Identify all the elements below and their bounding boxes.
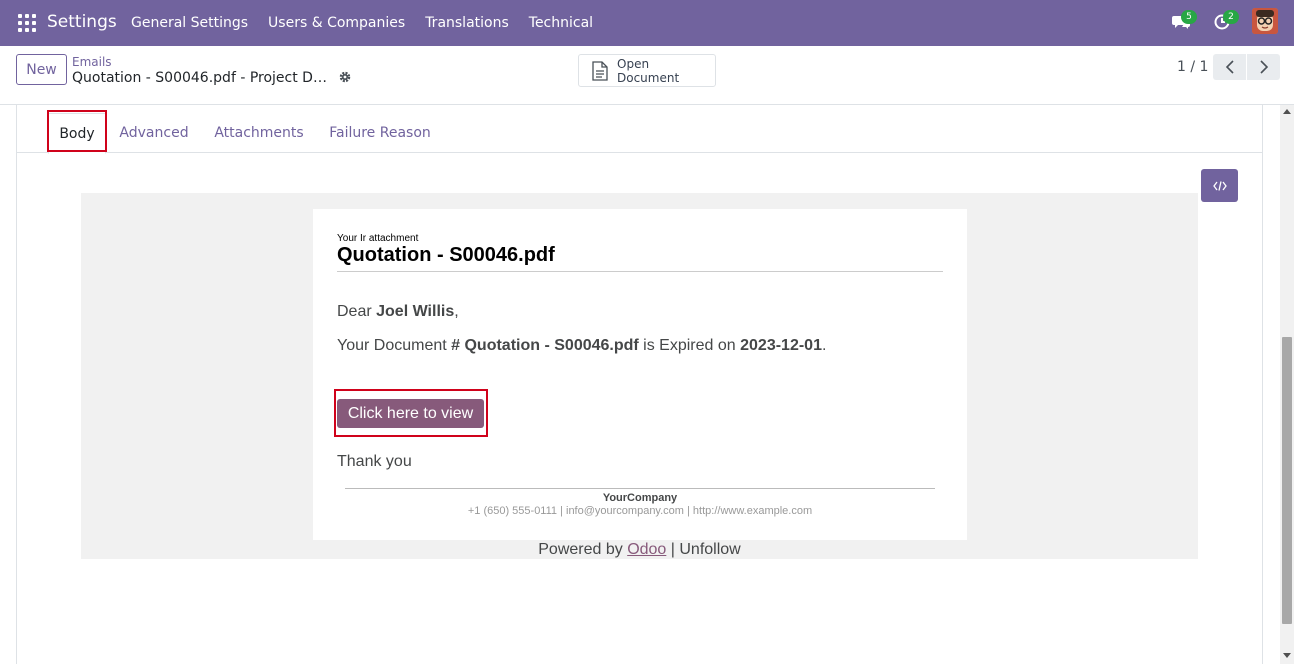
expiry-message: Your Document # Quotation - S00046.pdf i… (337, 337, 827, 354)
breadcrumb-current: Quotation - S00046.pdf - Project Docu... (72, 70, 334, 86)
new-button[interactable]: New (16, 54, 67, 85)
footer-divider (345, 488, 935, 489)
title-divider (337, 271, 943, 272)
unfollow-link[interactable]: Unfollow (679, 541, 740, 558)
open-document-label: Open Document (617, 56, 680, 85)
pager-next-button[interactable] (1247, 54, 1280, 80)
apps-grid-icon[interactable] (18, 14, 36, 32)
document-title: Quotation - S00046.pdf (337, 244, 555, 266)
form-sheet: Body Advanced Attachments Failure Reason… (0, 105, 1280, 664)
document-label: Your Ir attachment (337, 233, 419, 244)
click-here-to-view-button[interactable]: Click here to view (337, 399, 484, 428)
email-card: Your Ir attachment Quotation - S00046.pd… (313, 209, 967, 540)
document-icon (592, 60, 608, 81)
pager-value[interactable]: 1 / 1 (1177, 59, 1208, 75)
menu-technical[interactable]: Technical (529, 15, 593, 31)
scroll-up-arrow-icon[interactable] (1283, 109, 1291, 114)
company-contact: +1 (650) 555-0111 | info@yourcompany.com… (467, 505, 813, 517)
chevron-left-icon (1225, 60, 1234, 74)
control-panel: New Emails Quotation - S00046.pdf - Proj… (0, 46, 1294, 105)
recipient-name: Joel Willis (376, 303, 455, 320)
thank-you-text: Thank you (337, 453, 412, 470)
messages-button[interactable]: 5 (1168, 8, 1197, 34)
tab-body[interactable]: Body (48, 113, 106, 154)
gear-icon[interactable] (339, 71, 351, 83)
breadcrumb-parent[interactable]: Emails (72, 55, 112, 69)
email-preview: Your Ir attachment Quotation - S00046.pd… (81, 193, 1198, 559)
user-avatar[interactable] (1252, 8, 1278, 34)
odoo-link[interactable]: Odoo (627, 541, 666, 558)
company-name: YourCompany (602, 492, 678, 504)
systray: 5 2 (1152, 8, 1278, 34)
open-document-button[interactable]: Open Document (578, 54, 716, 87)
code-icon (1212, 180, 1227, 191)
powered-by: Powered by Odoo | Unfollow (538, 541, 741, 558)
greeting: Dear Joel Willis, (337, 303, 459, 320)
chevron-right-icon (1259, 60, 1268, 74)
activities-button[interactable]: 2 (1210, 8, 1239, 34)
main-menu: General Settings Users & Companies Trans… (131, 15, 593, 31)
menu-translations[interactable]: Translations (425, 15, 509, 31)
scrollbar-thumb[interactable] (1282, 337, 1292, 624)
tab-attachments[interactable]: Attachments (211, 113, 307, 153)
messages-count-badge: 5 (1181, 10, 1197, 24)
menu-users-companies[interactable]: Users & Companies (268, 15, 405, 31)
tab-failure-reason[interactable]: Failure Reason (326, 113, 434, 153)
document-reference: # Quotation - S00046.pdf (451, 337, 639, 354)
code-view-button[interactable] (1201, 169, 1238, 202)
expiry-date: 2023-12-01 (740, 337, 822, 354)
app-brand[interactable]: Settings (47, 12, 117, 32)
scroll-down-arrow-icon[interactable] (1283, 653, 1291, 658)
menu-general-settings[interactable]: General Settings (131, 15, 248, 31)
tab-advanced[interactable]: Advanced (116, 113, 192, 153)
pager-buttons (1213, 54, 1280, 80)
vertical-scrollbar[interactable] (1280, 105, 1294, 664)
activities-count-badge: 2 (1223, 10, 1239, 24)
top-navbar: Settings General Settings Users & Compan… (0, 0, 1294, 46)
pager-previous-button[interactable] (1213, 54, 1246, 80)
notebook-tabs: Body Advanced Attachments Failure Reason (16, 113, 1263, 154)
